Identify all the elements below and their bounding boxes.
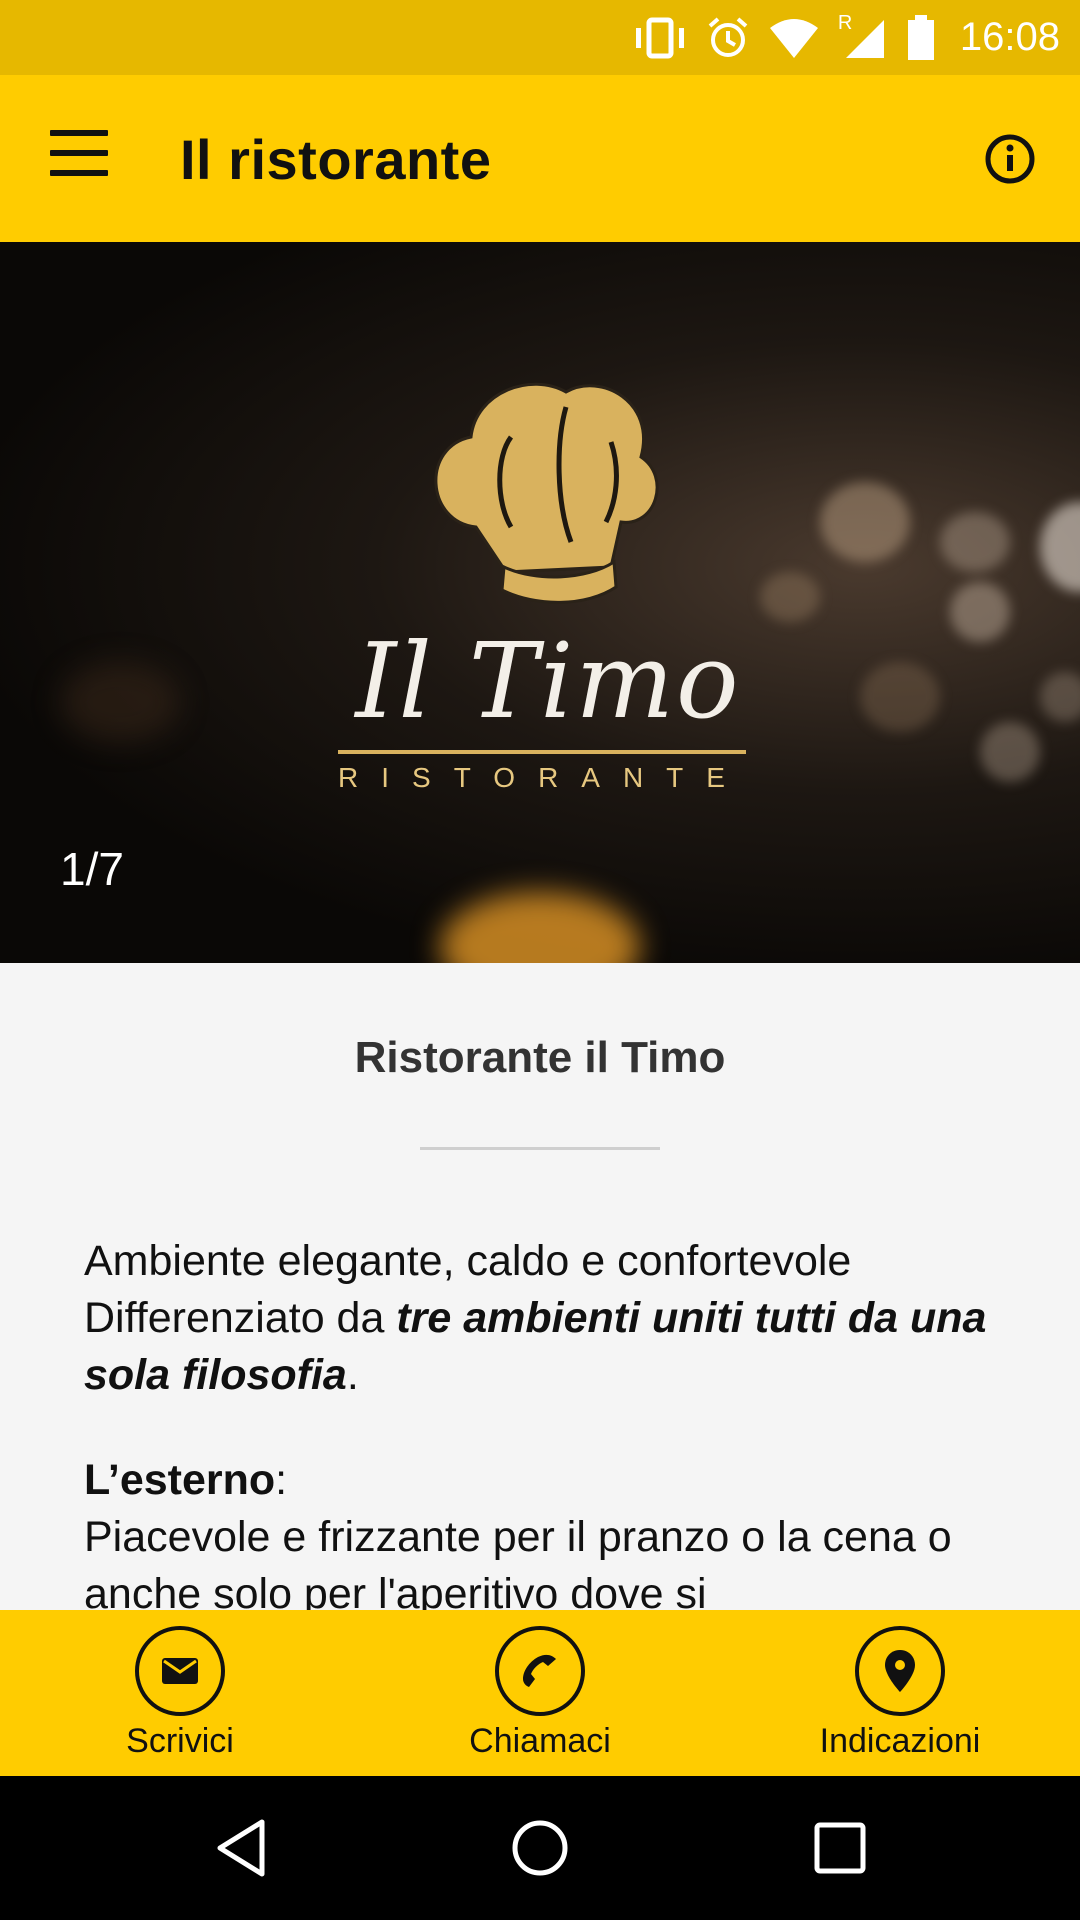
action-bar: Scrivici Chiamaci Indicazioni (0, 1610, 1080, 1776)
content-area[interactable]: Ristorante il Timo Ambiente elegante, ca… (0, 963, 1080, 1610)
action-label: Indicazioni (819, 1722, 981, 1760)
status-bar: R 16:08 (0, 0, 1080, 75)
chef-hat-icon (434, 382, 659, 604)
bokeh-light (820, 482, 910, 562)
bokeh-light (1040, 672, 1080, 722)
para2-heading: L’esterno (84, 1456, 276, 1504)
network-badge: R (837, 11, 853, 34)
para1-line2-pre: Differenziato da (84, 1294, 397, 1342)
image-carousel[interactable]: Il Timo RISTORANTE 1/7 (0, 242, 1080, 963)
logo-subtitle: RISTORANTE (338, 762, 748, 793)
para1-line1: Ambiente elegante, caldo e confortevole (84, 1237, 852, 1285)
para2-text: Piacevole e frizzante per il pranzo o la… (84, 1513, 952, 1610)
hamburger-menu-icon[interactable] (50, 130, 114, 186)
envelope-icon (135, 1626, 225, 1716)
wifi-icon (768, 18, 820, 58)
directions-button[interactable]: Indicazioni (750, 1626, 1050, 1766)
title-divider (420, 1147, 660, 1150)
status-icons: R 16:08 (632, 0, 1060, 75)
write-us-button[interactable]: Scrivici (30, 1626, 330, 1766)
back-icon[interactable] (210, 1816, 274, 1880)
home-icon[interactable] (508, 1816, 572, 1880)
carousel-counter: 1/7 (60, 843, 124, 895)
bokeh-light (980, 722, 1040, 782)
action-label: Chiamaci (469, 1722, 611, 1760)
bokeh-light (1040, 502, 1080, 592)
location-pin-icon (855, 1626, 945, 1716)
system-nav-bar (0, 1776, 1080, 1920)
battery-icon (906, 14, 936, 61)
page-title: Il ristorante (180, 128, 492, 191)
vibrate-icon (632, 16, 688, 60)
logo-underline (338, 750, 746, 754)
content-title: Ristorante il Timo (354, 1033, 726, 1082)
app-bar: Il ristorante (0, 75, 1080, 242)
action-label: Scrivici (126, 1722, 234, 1760)
call-us-button[interactable]: Chiamaci (390, 1626, 690, 1766)
para1-end: . (346, 1351, 359, 1399)
logo-script-text: Il Timo (355, 620, 741, 742)
bokeh-light (950, 582, 1010, 642)
info-icon[interactable] (984, 133, 1036, 185)
bokeh-light (60, 662, 180, 742)
signal-icon: R (838, 12, 888, 60)
bokeh-light (940, 512, 1010, 572)
paragraph-2: L’esterno: Piacevole e frizzante per il … (84, 1452, 1004, 1610)
bokeh-light (860, 662, 940, 732)
status-clock: 16:08 (959, 15, 1060, 59)
description-text: Ambiente elegante, caldo e confortevole … (84, 1233, 1004, 1610)
paragraph-1: Ambiente elegante, caldo e confortevole … (84, 1233, 1004, 1404)
phone-icon (495, 1626, 585, 1716)
restaurant-logo: Il Timo RISTORANTE (330, 362, 750, 842)
alarm-icon (706, 16, 750, 60)
bokeh-light (760, 572, 820, 622)
recents-icon[interactable] (808, 1816, 872, 1880)
bokeh-light (440, 892, 640, 963)
para2-colon: : (275, 1456, 288, 1504)
